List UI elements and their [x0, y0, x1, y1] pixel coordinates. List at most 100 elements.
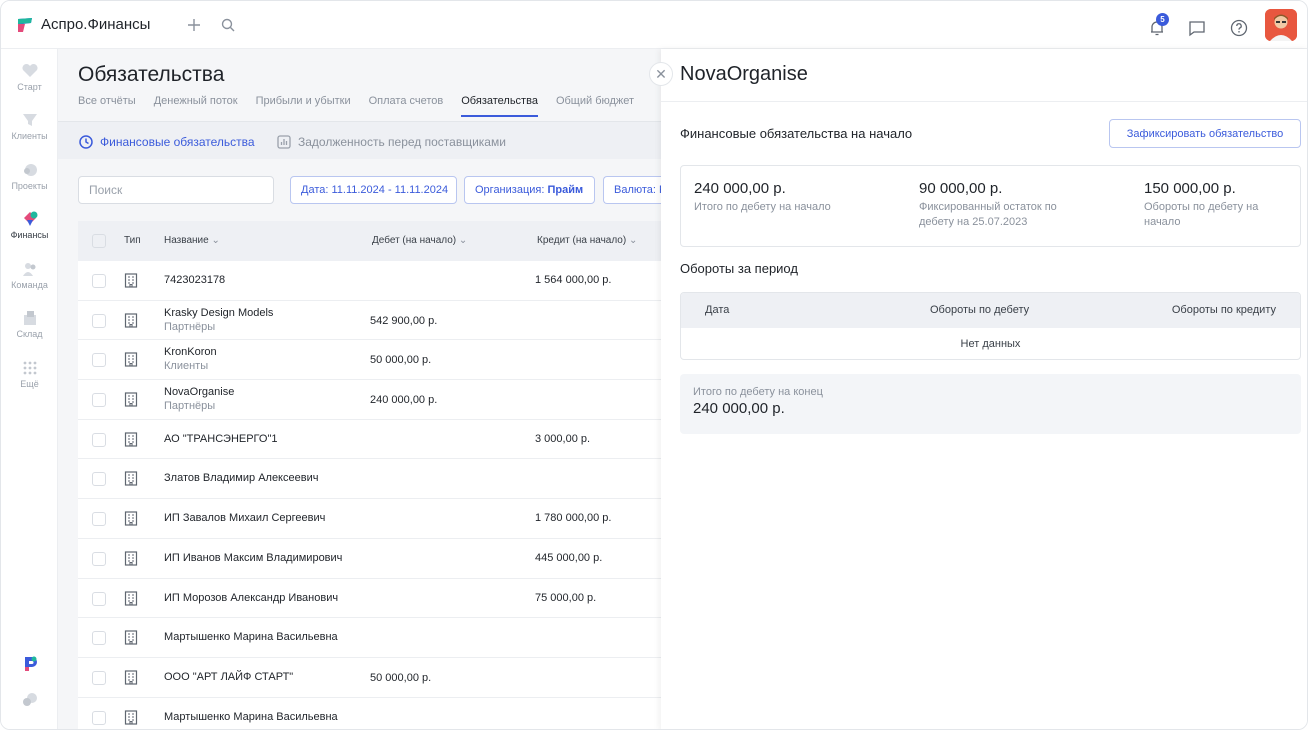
row-name[interactable]: АО "ТРАНСЭНЕРГО"1: [164, 433, 277, 445]
row-checkbox[interactable]: [92, 432, 106, 447]
add-icon[interactable]: [184, 15, 204, 35]
table-row[interactable]: ИП Завалов Михаил Сергеевич 1 780 000,00 …: [78, 499, 661, 539]
row-name[interactable]: Krasky Design Models Партнёры: [164, 307, 273, 333]
brand-logo-icon: [17, 17, 33, 33]
subnav-supplier-debt[interactable]: Задолженность перед поставщиками: [276, 134, 506, 150]
row-checkbox[interactable]: [92, 631, 106, 646]
row-name-text: ИП Морозов Александр Иванович: [164, 591, 339, 604]
row-checkbox[interactable]: [92, 274, 106, 288]
search-icon[interactable]: [218, 15, 238, 35]
row-debit: 240 000,00 р.: [370, 394, 438, 407]
close-icon: ✕: [655, 65, 667, 82]
building-icon: [124, 551, 138, 566]
row-name[interactable]: 7423023178: [164, 274, 225, 286]
chat-icon[interactable]: [1187, 18, 1207, 38]
sidebar-item-projects[interactable]: Проекты: [1, 162, 58, 191]
main-content: Обязательства Все отчёты Денежный поток …: [58, 49, 673, 729]
card-fixed-balance: 90 000,00 р. Фиксированный остаток по де…: [919, 180, 1094, 230]
table-row[interactable]: KronKoron Клиенты 50 000,00 р.: [78, 340, 661, 381]
sidebar-item-more[interactable]: Ещё: [1, 360, 58, 389]
search-input[interactable]: Поиск: [78, 176, 274, 204]
table-row[interactable]: ИП Морозов Александр Иванович 75 000,00 р…: [78, 578, 661, 619]
row-name[interactable]: ООО "АРТ ЛАЙФ СТАРТ": [164, 671, 293, 683]
table-row[interactable]: Мартышенко Марина Васильевна: [78, 697, 661, 729]
building-icon: [124, 670, 138, 685]
fix-obligation-button[interactable]: Зафиксировать обязательство: [1109, 119, 1301, 148]
bell-icon[interactable]: 5: [1147, 13, 1169, 38]
sub-navigation: Финансовые обязательства Задолженность п…: [58, 121, 661, 159]
tab-invoice-payment[interactable]: Оплата счетов: [369, 95, 444, 117]
more-icon: [21, 360, 39, 376]
row-name[interactable]: ИП Морозов Александр Иванович: [164, 592, 338, 604]
date-filter-button[interactable]: Дата: 11.11.2024 - 11.11.2024: [290, 176, 457, 204]
table-row[interactable]: АО "ТРАНСЭНЕРГО"1 3 000,00 р.: [78, 419, 661, 460]
card-label: Итого по дебету на начало: [694, 201, 831, 213]
sidebar-item-warehouse[interactable]: Склад: [1, 310, 58, 339]
avatar[interactable]: [1265, 9, 1297, 41]
row-checkbox[interactable]: [92, 472, 106, 487]
sidebar-item-start[interactable]: Старт: [1, 63, 58, 92]
row-category: Партнёры: [164, 400, 216, 413]
row-name[interactable]: NovaOrganise Партнёры: [164, 386, 234, 412]
tab-profit-loss[interactable]: Прибыли и убытки: [256, 95, 351, 117]
row-checkbox[interactable]: [92, 313, 106, 328]
row-checkbox[interactable]: [92, 393, 106, 408]
brand[interactable]: Аспро.Финансы: [17, 16, 150, 33]
row-name[interactable]: Мартышенко Марина Васильевна: [164, 631, 338, 643]
notification-badge: 5: [1156, 13, 1169, 26]
section-title-obligations: Финансовые обязательства на начало: [680, 126, 913, 141]
row-checkbox[interactable]: [92, 710, 106, 725]
close-panel-button[interactable]: ✕: [649, 62, 673, 86]
divider: [661, 101, 1307, 102]
sidebar-item-clients[interactable]: Клиенты: [1, 112, 58, 141]
tab-obligations[interactable]: Обязательства: [461, 95, 538, 117]
row-name-text: Krasky Design Models: [164, 306, 274, 319]
row-name[interactable]: KronKoron Клиенты: [164, 346, 217, 372]
row-name-text: NovaOrganise: [164, 386, 235, 399]
product-logo-icon[interactable]: [1, 655, 58, 674]
table-body: 7423023178 1 564 000,00 р. Krasky Design M…: [78, 261, 661, 729]
building-icon: [124, 392, 138, 407]
table-row[interactable]: Krasky Design Models Партнёры 542 900,00 р…: [78, 300, 661, 341]
sidebar-item-label: Команда: [11, 280, 48, 290]
row-checkbox[interactable]: [92, 353, 106, 368]
support-chat-icon[interactable]: [1, 692, 58, 711]
row-name[interactable]: ИП Иванов Максим Владимирович: [164, 552, 342, 564]
funnel-icon: [21, 112, 39, 128]
row-checkbox[interactable]: [92, 551, 106, 566]
table-header: Тип Название ⌄ Дебет (на начало) ⌄ Креди…: [78, 221, 661, 261]
tab-all-reports[interactable]: Все отчёты: [78, 95, 136, 117]
row-checkbox[interactable]: [92, 591, 106, 606]
select-all-checkbox[interactable]: [92, 234, 106, 248]
organization-filter-button[interactable]: Организация: Прайм: [464, 176, 595, 204]
top-bar: Аспро.Финансы 5: [1, 1, 1307, 49]
projects-icon: [21, 162, 39, 178]
tab-cash-flow[interactable]: Денежный поток: [154, 95, 238, 117]
row-checkbox[interactable]: [92, 512, 106, 527]
help-icon[interactable]: [1229, 18, 1249, 38]
sidebar-item-finance[interactable]: Финансы: [1, 211, 58, 240]
tab-general-budget[interactable]: Общий бюджет: [556, 95, 634, 117]
turnover-table: Дата Обороты по дебету Обороты по кредит…: [680, 292, 1301, 360]
card-label: Обороты по дебету на начало: [1144, 201, 1259, 228]
column-credit[interactable]: Кредит (на начало) ⌄: [537, 235, 637, 246]
table-row[interactable]: Мартышенко Марина Васильевна: [78, 618, 661, 658]
row-credit: 445 000,00 р.: [535, 551, 603, 564]
finance-icon: [21, 211, 39, 227]
row-name[interactable]: Мартышенко Марина Васильевна: [164, 711, 338, 723]
card-debit-start: 240 000,00 р. Итого по дебету на начало: [694, 180, 874, 215]
table-row[interactable]: NovaOrganise Партнёры 240 000,00 р.: [78, 380, 661, 420]
sidebar-item-team[interactable]: Команда: [1, 261, 58, 290]
subnav-financial-obligations[interactable]: Финансовые обязательства: [78, 134, 255, 150]
column-name[interactable]: Название ⌄: [164, 235, 220, 246]
row-checkbox[interactable]: [92, 670, 106, 685]
row-name[interactable]: Златов Владимир Алексеевич: [164, 472, 318, 484]
table-row[interactable]: ИП Иванов Максим Владимирович 445 000,00 …: [78, 538, 661, 579]
column-debit[interactable]: Дебет (на начало) ⌄: [372, 235, 467, 246]
table-row[interactable]: 7423023178 1 564 000,00 р.: [78, 261, 661, 301]
row-name[interactable]: ИП Завалов Михаил Сергеевич: [164, 512, 325, 524]
table-row[interactable]: ООО "АРТ ЛАЙФ СТАРТ" 50 000,00 р.: [78, 657, 661, 698]
building-icon: [124, 432, 138, 447]
building-icon: [124, 471, 138, 487]
table-row[interactable]: Златов Владимир Алексеевич: [78, 459, 661, 500]
